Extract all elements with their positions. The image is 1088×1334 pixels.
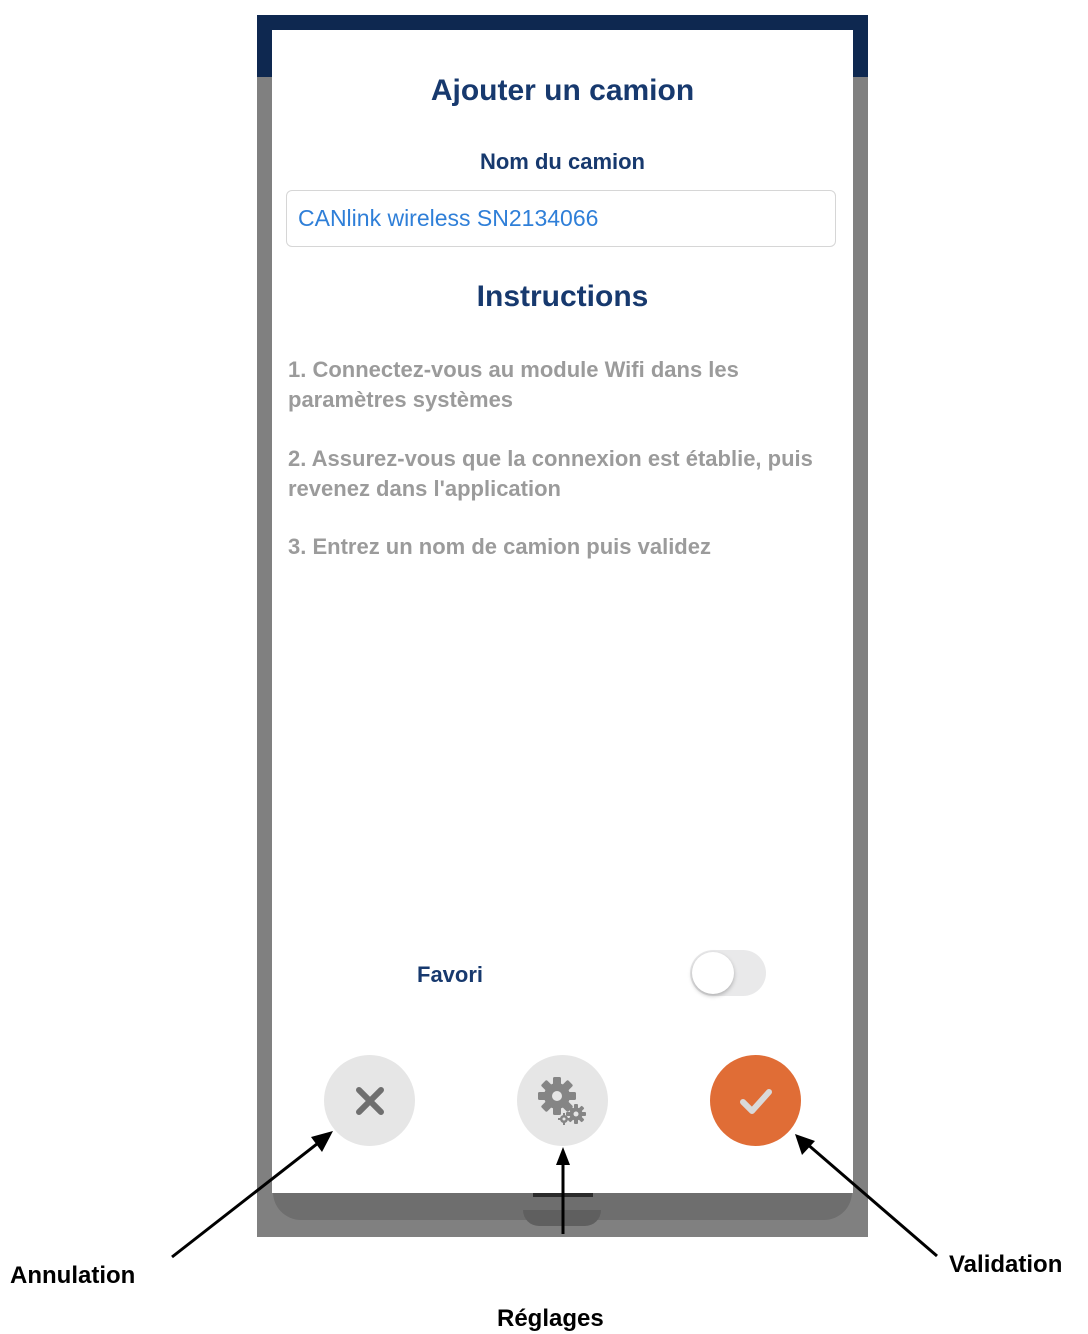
cancel-annotation: Annulation — [10, 1262, 136, 1289]
settings-annotation: Réglages — [497, 1305, 604, 1332]
validate-arrow-line — [805, 1141, 938, 1258]
validate-arrowhead — [795, 1134, 815, 1155]
validate-annotation: Validation — [949, 1251, 1063, 1278]
annotation-arrows — [171, 1131, 938, 1259]
settings-arrowhead — [556, 1147, 570, 1165]
cancel-arrowhead — [311, 1131, 333, 1152]
cancel-arrow-line — [171, 1138, 323, 1259]
